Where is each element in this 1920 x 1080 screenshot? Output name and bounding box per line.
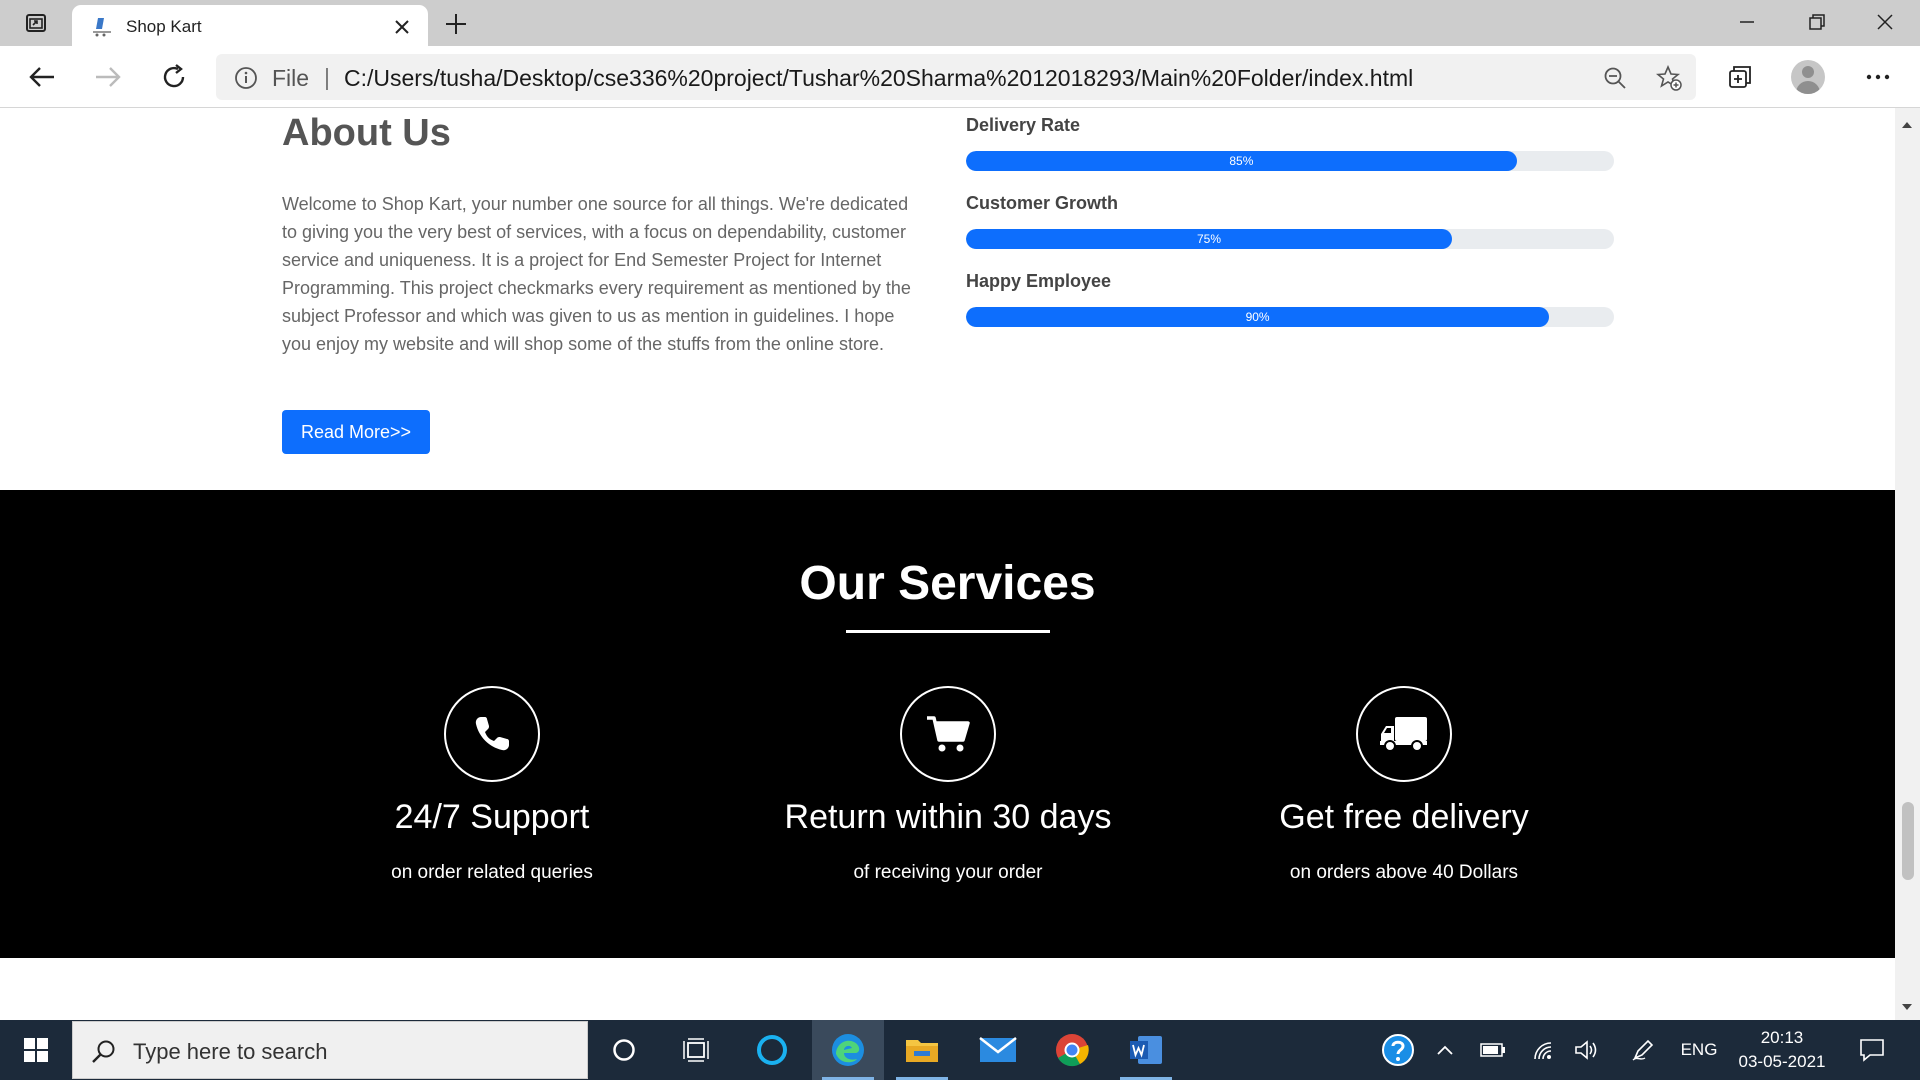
add-favorite-icon[interactable] (1656, 65, 1682, 91)
cart-icon (900, 686, 996, 782)
progress-track: 90% (966, 307, 1614, 327)
skill-customer-growth: Customer Growth 75% (966, 193, 1614, 249)
scrollbar-thumb[interactable] (1902, 802, 1914, 880)
shopkart-favicon-icon (90, 15, 114, 37)
address-bar[interactable]: File | C:/Users/tusha/Desktop/cse336%20p… (216, 54, 1696, 100)
service-subtitle: of receiving your order (853, 862, 1043, 883)
mail-icon[interactable] (962, 1020, 1034, 1080)
search-placeholder: Type here to search (133, 1039, 328, 1064)
chrome-icon[interactable] (1036, 1020, 1108, 1080)
clock-time: 20:13 (1760, 1028, 1804, 1047)
back-icon[interactable] (22, 57, 62, 97)
service-title: Return within 30 days (784, 798, 1112, 836)
service-subtitle: on orders above 40 Dollars (1289, 862, 1519, 883)
close-tab-icon[interactable] (388, 13, 416, 41)
collections-icon[interactable] (1720, 57, 1760, 97)
forward-icon[interactable] (88, 57, 128, 97)
truck-icon (1356, 686, 1452, 782)
vertical-scrollbar[interactable] (1895, 108, 1920, 1020)
browser-tab[interactable]: Shop Kart (72, 5, 428, 46)
read-more-button[interactable]: Read More>> (282, 410, 430, 454)
skill-label: Happy Employee (966, 271, 1112, 291)
skill-label: Delivery Rate (966, 115, 1081, 135)
task-view-icon[interactable] (660, 1020, 732, 1080)
about-text: Welcome to Shop Kart, your number one so… (282, 194, 911, 354)
cortana-assistant-icon[interactable] (736, 1020, 808, 1080)
page-viewport: About Us Welcome to Shop Kart, your numb… (0, 108, 1895, 1020)
scroll-up-icon[interactable] (1901, 116, 1913, 134)
battery-icon[interactable] (1476, 1020, 1510, 1080)
taskbar-search-input[interactable]: Type here to search (72, 1021, 588, 1079)
more-options-icon[interactable] (1858, 57, 1898, 97)
restore-icon[interactable] (1786, 0, 1848, 44)
show-hidden-icons-icon[interactable] (1430, 1020, 1460, 1080)
tab-actions-icon[interactable] (16, 10, 56, 36)
word-icon[interactable] (1110, 1020, 1182, 1080)
clock-date: 03-05-2021 (1738, 1052, 1826, 1071)
service-subtitle: on order related queries (391, 862, 593, 883)
search-icon (91, 1039, 117, 1070)
tab-title: Shop Kart (126, 17, 202, 36)
about-title: About Us (282, 112, 451, 154)
service-title: 24/7 Support (394, 798, 590, 836)
volume-icon[interactable] (1570, 1020, 1604, 1080)
phone-icon (444, 686, 540, 782)
skill-happy-employee: Happy Employee 90% (966, 271, 1614, 327)
help-icon[interactable] (1378, 1020, 1418, 1080)
address-separator: | (324, 64, 330, 90)
progress-fill: 90% (966, 307, 1550, 327)
tab-strip: Shop Kart (0, 0, 1920, 46)
avatar (1791, 60, 1825, 94)
pen-ink-icon[interactable] (1626, 1020, 1660, 1080)
taskbar: Type here to search ENG 20:13 03-05-2021 (0, 1020, 1920, 1080)
edge-browser-icon[interactable] (812, 1020, 884, 1080)
progress-fill: 75% (966, 229, 1452, 249)
skill-label: Customer Growth (966, 193, 1119, 213)
services-divider (846, 630, 1050, 633)
windows-start-icon[interactable] (0, 1020, 72, 1080)
address-url[interactable]: C:/Users/tusha/Desktop/cse336%20project/… (344, 65, 1413, 92)
wifi-icon[interactable] (1526, 1020, 1560, 1080)
notifications-icon[interactable] (1852, 1020, 1892, 1080)
service-title: Get free delivery (1279, 798, 1529, 836)
language-indicator[interactable]: ENG (1672, 1020, 1726, 1080)
browser-toolbar: File | C:/Users/tusha/Desktop/cse336%20p… (0, 46, 1920, 108)
services-title: Our Services (799, 557, 1096, 610)
new-tab-icon[interactable] (440, 8, 472, 40)
progress-fill: 85% (966, 151, 1517, 171)
refresh-icon[interactable] (154, 57, 194, 97)
site-info-icon[interactable] (234, 66, 258, 90)
minimize-icon[interactable] (1716, 0, 1778, 44)
progress-track: 75% (966, 229, 1614, 249)
cortana-icon[interactable] (588, 1020, 660, 1080)
profile-avatar[interactable] (1788, 57, 1828, 97)
window-close-icon[interactable] (1854, 0, 1916, 44)
skill-delivery-rate: Delivery Rate 85% (966, 115, 1614, 171)
scroll-down-icon[interactable] (1901, 998, 1913, 1016)
progress-track: 85% (966, 151, 1614, 171)
taskbar-clock[interactable]: 20:13 03-05-2021 (1736, 1026, 1828, 1074)
address-scheme: File (272, 65, 310, 91)
file-explorer-icon[interactable] (886, 1020, 958, 1080)
services-section: Our Services 24/7 Support on order relat… (0, 490, 1895, 958)
zoom-out-icon[interactable] (1602, 65, 1628, 91)
